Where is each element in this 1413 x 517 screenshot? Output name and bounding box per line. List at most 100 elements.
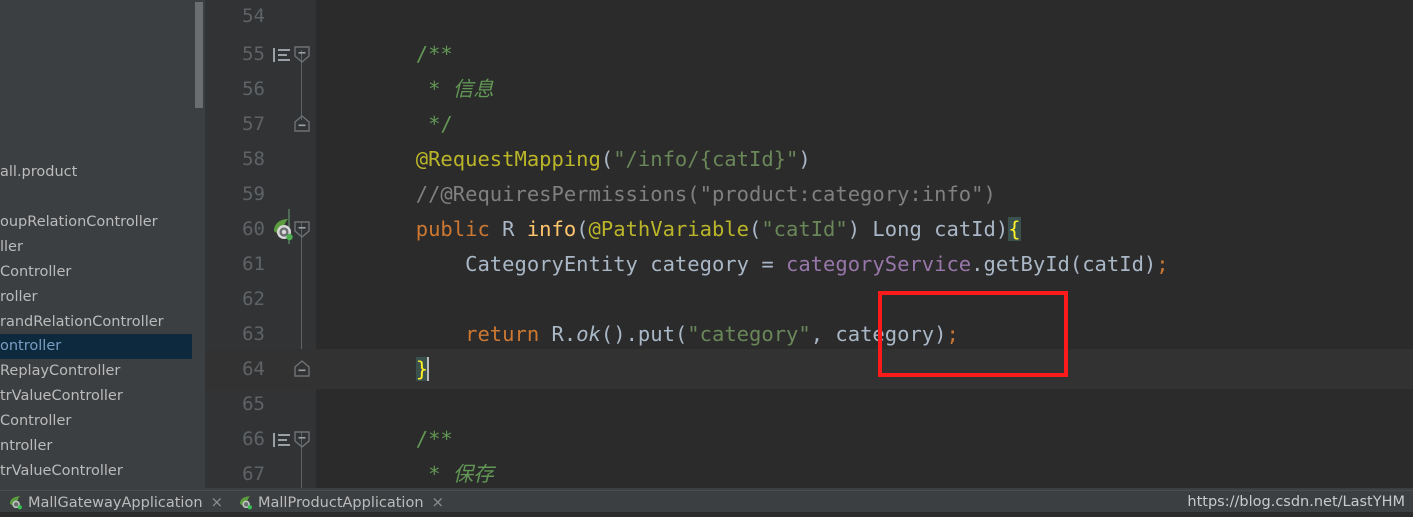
tree-item[interactable]: trValueController <box>0 384 207 409</box>
code-token: /** <box>317 42 453 66</box>
code-token: ().put( <box>600 322 688 346</box>
tree-item[interactable]: ller <box>0 235 207 260</box>
text-caret <box>427 357 430 381</box>
tree-item-selected[interactable]: ontroller <box>0 334 207 359</box>
code-token: "category" <box>687 322 811 346</box>
close-icon[interactable]: × <box>211 493 224 511</box>
code-token: categoryService <box>786 252 972 276</box>
code-text[interactable]: CategoryEntity category = categoryServic… <box>317 244 1169 284</box>
ide-window: all.product oupRelationController ller Cont… <box>0 0 1413 512</box>
code-fold-marker[interactable] <box>294 221 310 238</box>
spring-request-mapping-icon[interactable] <box>270 217 294 241</box>
line-number: 55 <box>242 43 265 65</box>
code-token: ; <box>1156 252 1169 276</box>
tree-item[interactable]: all.product <box>0 160 207 185</box>
code-text[interactable]: //@RequiresPermissions("product:category… <box>317 174 996 214</box>
line-number: 67 <box>242 463 265 485</box>
tree-item[interactable]: Controller <box>0 260 207 285</box>
code-token: ( <box>576 217 589 241</box>
code-token: { <box>1008 217 1021 241</box>
code-line[interactable]: 66 /** <box>207 419 1413 459</box>
code-line[interactable]: 57 */ <box>207 104 1413 144</box>
code-text[interactable]: /** <box>317 34 453 74</box>
code-token: 保存 <box>452 462 494 486</box>
code-token: ( <box>749 217 762 241</box>
code-token: ) Long catId) <box>847 217 1009 241</box>
code-line[interactable]: 63 return R.ok().put("category", categor… <box>207 314 1413 354</box>
line-number: 54 <box>242 5 265 27</box>
code-token: //@RequiresPermissions("product:category… <box>317 182 996 206</box>
line-number: 59 <box>242 183 265 205</box>
run-tab[interactable]: MallProductApplication × <box>238 491 444 513</box>
line-number: 62 <box>242 288 265 310</box>
code-token: * <box>317 77 453 101</box>
tree-item[interactable]: trValueController <box>0 459 207 484</box>
code-token: @PathVariable <box>588 217 749 241</box>
code-text[interactable]: } <box>317 349 430 389</box>
code-text[interactable]: return R.ok().put("category", category); <box>317 314 959 354</box>
code-line[interactable]: 59 //@RequiresPermissions("product:categ… <box>207 174 1413 214</box>
code-text[interactable]: public R info(@PathVariable("catId") Lon… <box>317 209 1021 249</box>
code-text[interactable]: * 保存 <box>317 454 494 490</box>
code-line[interactable]: 61 CategoryEntity category = categorySer… <box>207 244 1413 284</box>
code-token: R. <box>539 322 577 346</box>
line-number: 65 <box>242 393 265 415</box>
line-number: 61 <box>242 253 265 275</box>
vertical-scrollbar[interactable] <box>195 2 203 108</box>
run-tab-label: MallGatewayApplication <box>28 495 203 511</box>
code-token: ; <box>946 322 959 346</box>
code-line[interactable]: 60 public R info(@PathVariable("catId") … <box>207 209 1413 249</box>
code-token: ) <box>798 147 811 171</box>
code-line[interactable]: 58 @RequestMapping("/info/{catId}") <box>207 139 1413 179</box>
javadoc-icon[interactable] <box>273 47 291 62</box>
code-fold-marker[interactable] <box>294 360 310 377</box>
code-line[interactable]: 62 <box>207 279 1413 319</box>
code-token: CategoryEntity category = <box>317 252 786 276</box>
project-tool-window[interactable]: all.product oupRelationController ller Cont… <box>0 0 207 490</box>
code-token: */ <box>317 112 453 136</box>
code-line[interactable]: 67 * 保存 <box>207 454 1413 490</box>
code-line[interactable]: 54 <box>207 0 1413 36</box>
watermark-text: https://blog.csdn.net/LastYHM <box>1187 494 1405 510</box>
line-number: 57 <box>242 113 265 135</box>
spring-leaf-icon <box>238 495 253 510</box>
code-token: * <box>317 462 453 486</box>
code-text[interactable]: @RequestMapping("/info/{catId}") <box>317 139 811 179</box>
tree-item[interactable]: ntroller <box>0 434 207 459</box>
tree-item[interactable]: roller <box>0 285 207 310</box>
code-token: ok <box>576 322 601 346</box>
code-line[interactable]: 65 <box>207 384 1413 424</box>
code-text[interactable]: */ <box>317 104 453 144</box>
line-number: 63 <box>242 323 265 345</box>
line-number: 56 <box>242 78 265 100</box>
code-token: , category) <box>810 322 947 346</box>
code-token: .getById(catId) <box>971 252 1157 276</box>
javadoc-icon[interactable] <box>273 432 291 447</box>
code-line[interactable]: 64 } <box>207 349 1413 389</box>
code-text[interactable]: * 信息 <box>317 69 494 109</box>
code-token: @RequestMapping <box>317 147 601 171</box>
code-token: public <box>317 217 490 241</box>
tree-item[interactable]: randRelationController <box>0 310 207 335</box>
code-fold-marker[interactable] <box>294 46 310 63</box>
code-token: ( <box>600 147 614 171</box>
code-token: /** <box>317 427 453 451</box>
code-fold-marker[interactable] <box>294 115 310 132</box>
code-line[interactable]: 56 * 信息 <box>207 69 1413 109</box>
code-text[interactable]: /** <box>317 419 453 459</box>
line-number: 58 <box>242 148 265 170</box>
code-editor[interactable]: 54 55 /** 56 * 信息 57 */58 @RequestMapping("… <box>207 0 1413 490</box>
tree-item[interactable]: oupRelationController <box>0 210 207 235</box>
tree-item[interactable]: ReplayController <box>0 359 207 384</box>
spring-leaf-icon <box>8 495 23 510</box>
code-line[interactable]: 55 /** <box>207 34 1413 74</box>
code-fold-marker[interactable] <box>294 431 310 448</box>
close-icon[interactable]: × <box>432 493 445 511</box>
code-token: "catId" <box>761 217 848 241</box>
status-bar: MallGatewayApplication × MallProductApplic… <box>0 490 1413 512</box>
tree-item[interactable]: Controller <box>0 409 207 434</box>
run-tab[interactable]: MallGatewayApplication × <box>8 491 223 513</box>
line-number: 66 <box>242 428 265 450</box>
code-token: 信息 <box>452 77 494 101</box>
